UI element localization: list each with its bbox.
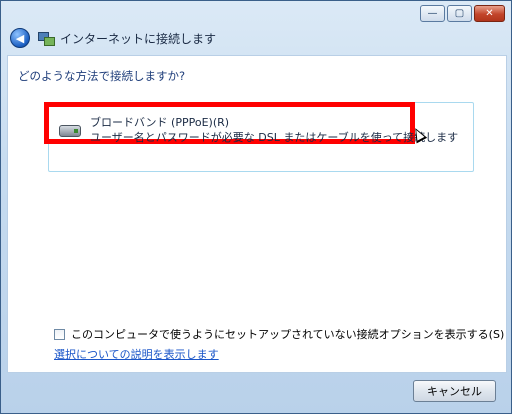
minimize-button[interactable]: — (420, 5, 445, 22)
modem-icon (59, 125, 81, 137)
window-controls: — ▢ ✕ (420, 5, 505, 22)
back-button[interactable]: ◀ (10, 28, 30, 48)
close-button[interactable]: ✕ (474, 5, 505, 22)
show-options-checkbox[interactable] (54, 328, 65, 340)
show-options-label: このコンピュータで使うようにセットアップされていない接続オプションを表示する(S… (71, 328, 505, 341)
dialog-title: インターネットに接続します (60, 31, 217, 46)
dialog-header: ◀ インターネットに接続します (10, 27, 216, 49)
option-title: ブロードバンド (PPPoE)(R) (90, 116, 230, 129)
show-options-checkbox-row[interactable]: このコンピュータで使うようにセットアップされていない接続オプションを表示する(S… (54, 326, 504, 342)
connection-question: どのような方法で接続しますか? (18, 69, 186, 83)
help-link[interactable]: 選択についての説明を表示します (54, 346, 219, 362)
maximize-button[interactable]: ▢ (447, 5, 472, 22)
option-description: ユーザー名とパスワードが必要な DSL またはケーブルを使って接続します (90, 131, 459, 144)
back-arrow-icon: ◀ (15, 31, 25, 45)
option-broadband-pppoe[interactable]: ブロードバンド (PPPoE)(R) ユーザー名とパスワードが必要な DSL ま… (44, 102, 458, 144)
cancel-button[interactable]: キャンセル (413, 380, 496, 402)
content-area: どのような方法で接続しますか? ブロードバンド (PPPoE)(R) ユーザー名… (7, 55, 507, 373)
network-connection-icon (38, 30, 55, 46)
dialog-window: — ▢ ✕ ◀ インターネットに接続します どのような方法で接続しますか? ブロ… (0, 0, 512, 414)
